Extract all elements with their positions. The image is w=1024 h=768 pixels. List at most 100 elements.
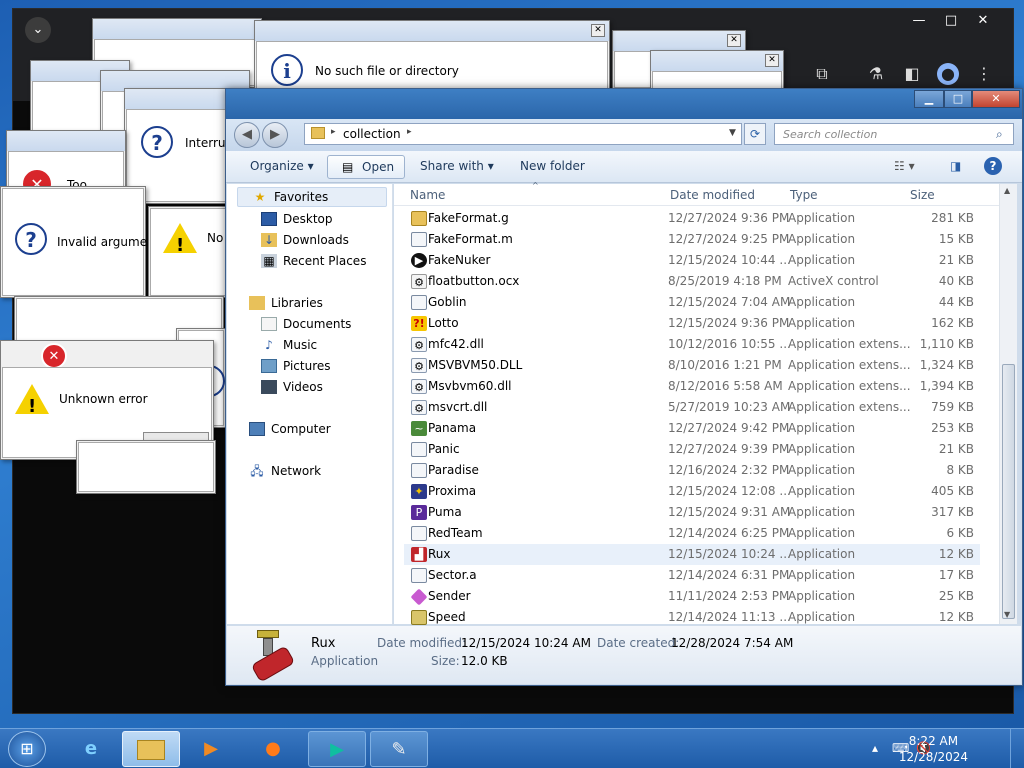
vertical-scrollbar[interactable]: ▲ ▼ [999,184,1017,624]
labs-icon[interactable]: ⚗ [865,63,887,85]
back-button[interactable]: ◀ [234,122,260,148]
search-icon[interactable]: ⌕ [996,127,1003,142]
close-button[interactable]: ✕ [972,90,1020,108]
close-icon[interactable]: ✕ [765,54,779,67]
column-size[interactable]: Size [910,188,935,202]
breadcrumb-arrow-icon[interactable]: ▸ [407,127,412,137]
tray-expand-icon[interactable]: ▴ [872,741,878,755]
nav-music[interactable]: ♪ Music [261,335,317,355]
scroll-down-icon[interactable]: ▼ [1004,610,1010,619]
file-date: 8/25/2019 4:18 PM [668,274,782,288]
refresh-icon[interactable]: ⟳ [744,123,766,145]
open-label: Open [362,160,395,174]
nav-recent-places[interactable]: ▦ Recent Places [261,251,366,271]
file-row[interactable]: Sender 11/11/2024 2:53 PM Application 25 KB [404,586,980,607]
file-row[interactable]: ⚙ floatbutton.ocx 8/25/2019 4:18 PM ActiveX… [404,271,980,292]
nav-network[interactable]: 🖧 Network [249,461,321,481]
open-button[interactable]: ▤ Open [327,155,405,179]
nav-favorites[interactable]: ★ Favorites [237,187,387,207]
app-taskbar-icon[interactable]: ✎ [370,731,428,767]
column-name[interactable]: Name [410,188,445,202]
column-date-modified[interactable]: Date modified [670,188,755,202]
breadcrumb-collection[interactable]: collection [343,127,401,141]
computer-icon [249,422,265,436]
dll-icon: ⚙ [411,400,427,415]
scroll-up-icon[interactable]: ▲ [1004,186,1010,195]
file-row[interactable]: ▟ Rux 12/15/2024 10:24 ... Application 12 KB [404,544,980,565]
file-type: Application [788,295,856,309]
file-size: 1,394 KB [919,379,974,393]
search-input[interactable]: Search collection [774,123,1014,145]
scrollbar-thumb[interactable] [1002,364,1015,619]
menu-icon[interactable]: ⋮ [973,63,995,85]
show-desktop-button[interactable] [1010,729,1024,768]
file-row[interactable]: ⚙ mfc42.dll 10/12/2016 10:55 ... Applicatio… [404,334,980,355]
question-icon: ? [141,126,173,158]
start-button[interactable]: ⊞ [8,731,46,767]
clock[interactable]: 8:22 AM 12/28/2024 [899,733,968,765]
pictures-icon [261,359,277,373]
fakenuker-taskbar-icon[interactable]: ▶ [308,731,366,767]
file-row[interactable]: Speed 12/14/2024 11:13 ... Application 12 K… [404,607,980,628]
nav-libraries[interactable]: Libraries [249,293,323,313]
file-date: 12/27/2024 9:42 PM [668,421,790,435]
file-row[interactable]: ⚙ MSVBVM50.DLL 8/10/2016 1:21 PM Applicatio… [404,355,980,376]
file-row[interactable]: ⚙ Msvbvm60.dll 8/12/2016 5:58 AM Applicatio… [404,376,980,397]
browser-maximize-button[interactable]: □ [935,11,967,31]
organize-button[interactable]: Organize ▾ [250,159,314,173]
sidepanel-icon[interactable]: ◧ [901,63,923,85]
close-icon[interactable]: ✕ [727,34,741,47]
address-bar[interactable]: ▸ collection ▸ ▼ [304,123,742,145]
file-row[interactable]: Panic 12/27/2024 9:39 PM Application 21 KB [404,439,980,460]
nav-desktop[interactable]: Desktop [261,209,333,229]
profile-icon[interactable]: ● [937,63,959,85]
file-row[interactable]: Sector.a 12/14/2024 6:31 PM Application 17 … [404,565,980,586]
maximize-button[interactable]: □ [944,90,972,108]
file-row[interactable]: ?! Lotto 12/15/2024 9:36 PM Application 162 … [404,313,980,334]
file-row[interactable]: FakeFormat.m 12/27/2024 9:25 PM Applicatio… [404,229,980,250]
help-icon[interactable]: ? [984,157,1002,175]
nav-pictures[interactable]: Pictures [261,356,331,376]
browser-minimize-button[interactable]: — [903,11,935,31]
nav-label: Favorites [274,190,329,204]
nav-documents[interactable]: Documents [261,314,351,334]
file-row[interactable]: Goblin 12/15/2024 7:04 AM Application 44 KB [404,292,980,313]
file-date: 12/27/2024 9:39 PM [668,442,790,456]
file-row[interactable]: P Puma 12/15/2024 9:31 AM Application 317 KB [404,502,980,523]
column-type[interactable]: Type [790,188,818,202]
nav-computer[interactable]: Computer [249,419,331,439]
address-dropdown-icon[interactable]: ▼ [729,128,736,138]
extensions-icon[interactable]: ⧉ [811,63,833,85]
nav-videos[interactable]: Videos [261,377,323,397]
file-row[interactable]: ~ Panama 12/27/2024 9:42 PM Application 253 … [404,418,980,439]
share-with-button[interactable]: Share with ▾ [420,159,494,173]
internet-explorer-icon[interactable]: e [62,731,120,767]
browser-close-button[interactable]: ✕ [967,11,999,31]
file-type: Application [788,211,856,225]
minimize-button[interactable]: ▁ [914,90,944,108]
breadcrumb-arrow-icon[interactable]: ▸ [331,127,336,137]
new-folder-button[interactable]: New folder [520,159,585,173]
preview-pane-icon[interactable]: ◨ [950,159,961,173]
file-row[interactable]: ⚙ msvcrt.dll 5/27/2019 10:23 AM Application… [404,397,980,418]
nav-downloads[interactable]: ↓ Downloads [261,230,349,250]
close-icon[interactable]: ✕ [591,24,605,37]
explorer-titlebar[interactable]: ▁ □ ✕ [226,89,1022,119]
recent-places-icon: ▦ [261,254,277,268]
firefox-icon[interactable]: ● [244,731,302,767]
dialog-message: Unknown error [59,392,148,406]
dialog-no: ! No [148,206,228,298]
details-pane: Rux Application Date modified: 12/15/202… [227,626,1021,684]
file-type: ActiveX control [788,274,879,288]
file-row[interactable]: ▶ FakeNuker 12/15/2024 10:44 ... Applicatio… [404,250,980,271]
file-row[interactable]: RedTeam 12/14/2024 6:25 PM Application 6 KB [404,523,980,544]
forward-button[interactable]: ▶ [262,122,288,148]
file-row[interactable]: FakeFormat.g 12/27/2024 9:36 PM Applicatio… [404,208,980,229]
file-name: Proxima [428,484,477,498]
media-player-icon[interactable]: ▶ [182,731,240,767]
file-row[interactable]: Paradise 12/16/2024 2:32 PM Application 8 K… [404,460,980,481]
file-row[interactable]: ✦ Proxima 12/15/2024 12:08 ... Application 4… [404,481,980,502]
explorer-taskbar-icon[interactable] [122,731,180,767]
view-options-icon[interactable]: ☷ ▾ [894,159,915,173]
tab-search-icon[interactable]: ⌄ [25,17,51,43]
